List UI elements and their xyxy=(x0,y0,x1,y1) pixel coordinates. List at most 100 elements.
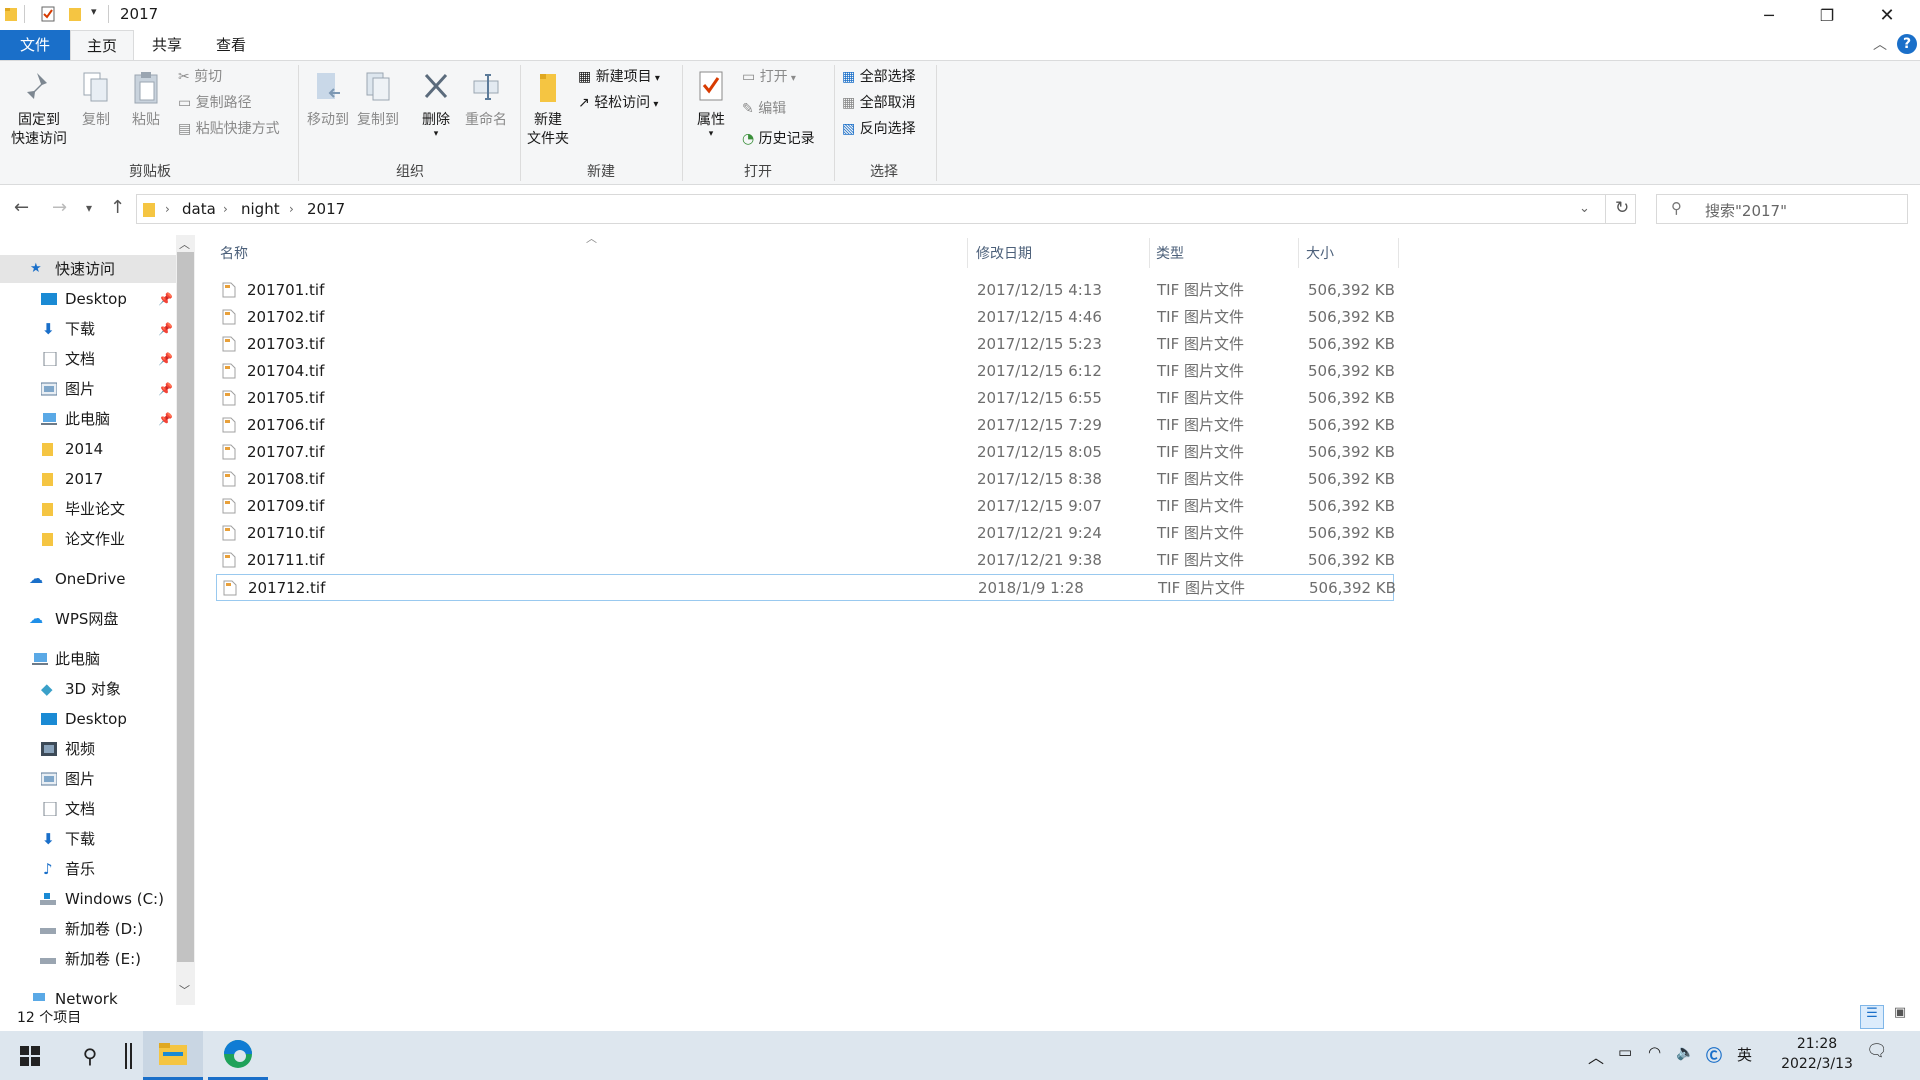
task-view-icon[interactable] xyxy=(118,1031,138,1080)
paste-shortcut-button[interactable]: ▤ 粘贴快捷方式 xyxy=(178,119,280,139)
sidebar-item-this-pc-quick[interactable]: 此电脑 📌 xyxy=(0,405,176,433)
file-row[interactable]: 201704.tif 2017/12/15 6:12 TIF 图片文件 506,392… xyxy=(216,358,1395,385)
sidebar-item-videos[interactable]: 视频 xyxy=(0,735,176,763)
new-folder-quick-icon[interactable] xyxy=(68,6,82,22)
back-arrow-icon[interactable]: ← xyxy=(14,197,29,218)
sidebar-item-2014[interactable]: 2014 xyxy=(0,435,176,463)
clock[interactable]: 21:28 2022/3/13 xyxy=(1770,1034,1864,1074)
tab-view[interactable]: 查看 xyxy=(200,30,262,60)
wifi-icon[interactable]: ◠ xyxy=(1648,1043,1661,1061)
up-arrow-icon[interactable]: ↑ xyxy=(110,197,125,218)
new-item-button[interactable]: ▦ 新建项目 ▾ xyxy=(578,67,660,89)
large-icons-view-icon[interactable]: ▣ xyxy=(1888,1005,1912,1029)
sidebar-item-drive-e[interactable]: 新加卷 (E:) xyxy=(0,945,176,973)
restore-button[interactable]: ❐ xyxy=(1798,0,1856,30)
sidebar-item-pc-pictures[interactable]: 图片 xyxy=(0,765,176,793)
notification-center-icon[interactable]: 🗨 xyxy=(1866,1041,1888,1061)
tab-file[interactable]: 文件 xyxy=(0,30,70,60)
file-row[interactable]: 201711.tif 2017/12/21 9:38 TIF 图片文件 506,392… xyxy=(216,547,1395,574)
copy-path-button[interactable]: ▭ 复制路径 xyxy=(178,93,252,113)
refresh-icon[interactable]: ↻ xyxy=(1615,198,1629,218)
delete-dropdown-icon[interactable]: ▾ xyxy=(410,130,462,139)
sidebar-item-this-pc[interactable]: 此电脑 xyxy=(0,645,176,673)
breadcrumb-data[interactable]: data xyxy=(182,200,216,218)
new-folder-button[interactable]: 新建 文件夹 xyxy=(522,69,574,149)
file-explorer-taskbar-button[interactable] xyxy=(143,1031,203,1080)
battery-icon[interactable]: ▭ xyxy=(1618,1043,1632,1061)
customize-quick-access-icon[interactable]: ▾ xyxy=(91,5,97,18)
sidebar-item-wps[interactable]: ☁ WPS网盘 xyxy=(0,605,176,633)
forward-arrow-icon[interactable]: → xyxy=(52,197,67,218)
sidebar-item-drive-c[interactable]: Windows (C:) xyxy=(0,885,176,913)
properties-dropdown-icon[interactable]: ▾ xyxy=(686,130,736,139)
properties-quick-icon[interactable] xyxy=(41,6,55,22)
sidebar-item-pictures[interactable]: 图片 📌 xyxy=(0,375,176,403)
breadcrumb-night[interactable]: night xyxy=(241,200,280,218)
paste-button[interactable]: 粘贴 xyxy=(126,69,166,130)
close-button[interactable]: ✕ xyxy=(1858,0,1916,30)
sidebar-scrollbar-thumb[interactable] xyxy=(177,252,194,962)
easy-access-button[interactable]: ↗ 轻松访问 ▾ xyxy=(578,93,658,115)
sidebar-item-drive-d[interactable]: 新加卷 (D:) xyxy=(0,915,176,943)
open-button[interactable]: ▭ 打开 ▾ xyxy=(742,67,796,89)
file-row[interactable]: 201710.tif 2017/12/21 9:24 TIF 图片文件 506,392… xyxy=(216,520,1395,547)
file-row[interactable]: 201705.tif 2017/12/15 6:55 TIF 图片文件 506,392… xyxy=(216,385,1395,412)
sidebar-item-network[interactable]: Network xyxy=(0,985,176,1005)
search-box[interactable]: ⚲ 搜索"2017" xyxy=(1656,194,1908,224)
address-bar[interactable]: › data › night › 2017 ⌄ ↻ xyxy=(136,194,1636,224)
delete-button[interactable]: 删除 ▾ xyxy=(410,69,462,139)
collapse-ribbon-icon[interactable]: ︿ xyxy=(1873,34,1887,54)
copy-button[interactable]: 复制 xyxy=(76,69,116,130)
file-row[interactable]: 201703.tif 2017/12/15 5:23 TIF 图片文件 506,392… xyxy=(216,331,1395,358)
file-row[interactable]: 201706.tif 2017/12/15 7:29 TIF 图片文件 506,392… xyxy=(216,412,1395,439)
sidebar-item-pc-downloads[interactable]: ⬇ 下载 xyxy=(0,825,176,853)
sidebar-item-desktop[interactable]: Desktop 📌 xyxy=(0,285,176,313)
minimize-button[interactable]: ─ xyxy=(1740,0,1798,30)
rename-button[interactable]: 重命名 xyxy=(460,69,512,130)
copy-to-button[interactable]: 复制到 xyxy=(352,69,404,130)
select-none-button[interactable]: ▦ 全部取消 xyxy=(842,93,916,113)
sidebar-item-quick-access[interactable]: ★ 快速访问 xyxy=(0,255,176,283)
select-all-button[interactable]: ▦ 全部选择 xyxy=(842,67,916,87)
tab-home[interactable]: 主页 xyxy=(70,30,134,60)
edge-taskbar-button[interactable] xyxy=(208,1031,268,1080)
sidebar-item-documents[interactable]: 文档 📌 xyxy=(0,345,176,373)
details-view-icon[interactable]: ☰ xyxy=(1860,1005,1884,1029)
search-input[interactable]: 搜索"2017" xyxy=(1705,200,1787,221)
edit-button[interactable]: ✎ 编辑 xyxy=(742,99,786,119)
sidebar-item-onedrive[interactable]: ☁ OneDrive xyxy=(0,565,176,593)
recent-locations-chevron-icon[interactable]: ▾ xyxy=(86,201,92,215)
column-header-date[interactable]: 修改日期 xyxy=(976,243,1032,263)
breadcrumb-2017[interactable]: 2017 xyxy=(307,200,345,218)
sidebar-item-pc-desktop[interactable]: Desktop xyxy=(0,705,176,733)
sidebar-item-music[interactable]: ♪ 音乐 xyxy=(0,855,176,883)
search-icon[interactable]: ⚲ xyxy=(62,1031,118,1080)
file-row[interactable]: 201712.tif 2018/1/9 1:28 TIF 图片文件 506,392 K… xyxy=(216,574,1396,601)
show-hidden-icons-chevron-icon[interactable]: ︿ xyxy=(1588,1044,1604,1068)
file-row[interactable]: 201708.tif 2017/12/15 8:38 TIF 图片文件 506,392… xyxy=(216,466,1395,493)
pin-to-quick-access-button[interactable]: 固定到 快速访问 xyxy=(4,69,74,149)
sidebar-item-pc-documents[interactable]: 文档 xyxy=(0,795,176,823)
column-header-size[interactable]: 大小 xyxy=(1306,243,1334,263)
file-row[interactable]: 201709.tif 2017/12/15 9:07 TIF 图片文件 506,392… xyxy=(216,493,1395,520)
help-icon[interactable]: ? xyxy=(1897,34,1917,54)
sidebar-item-downloads[interactable]: ⬇ 下载 📌 xyxy=(0,315,176,343)
properties-button[interactable]: 属性 ▾ xyxy=(686,69,736,139)
history-button[interactable]: ◔ 历史记录 xyxy=(742,129,815,149)
file-row[interactable]: 201701.tif 2017/12/15 4:13 TIF 图片文件 506,392… xyxy=(216,277,1395,304)
invert-selection-button[interactable]: ▧ 反向选择 xyxy=(842,119,916,139)
sidebar-item-thesis[interactable]: 毕业论文 xyxy=(0,495,176,523)
move-to-button[interactable]: 移动到 xyxy=(302,69,354,130)
ime-language-indicator[interactable]: 英 xyxy=(1737,1044,1752,1065)
tab-share[interactable]: 共享 xyxy=(136,30,198,60)
address-dropdown-icon[interactable]: ⌄ xyxy=(1579,201,1590,216)
sidebar-item-3d-objects[interactable]: ◆ 3D 对象 xyxy=(0,675,176,703)
cut-button[interactable]: ✂ 剪切 xyxy=(178,67,222,87)
file-row[interactable]: 201702.tif 2017/12/15 4:46 TIF 图片文件 506,392… xyxy=(216,304,1395,331)
scroll-down-arrow-icon[interactable]: ﹀ xyxy=(179,982,190,998)
column-header-type[interactable]: 类型 xyxy=(1156,243,1184,263)
sidebar-item-paper-homework[interactable]: 论文作业 xyxy=(0,525,176,553)
volume-icon[interactable]: 🔈 xyxy=(1676,1043,1695,1061)
input-method-icon[interactable]: Ⓒ xyxy=(1706,1042,1722,1066)
file-row[interactable]: 201707.tif 2017/12/15 8:05 TIF 图片文件 506,392… xyxy=(216,439,1395,466)
